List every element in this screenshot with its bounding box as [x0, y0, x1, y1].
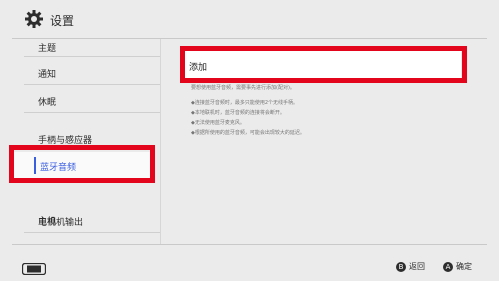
gear-icon: [25, 10, 43, 28]
note-line: ◆无法使用蓝牙麦克风。: [191, 120, 245, 126]
note-line: ◆连接蓝牙音频时，最多只能使用2个无线手柄。: [191, 100, 299, 106]
sidebar-divider: [24, 232, 160, 233]
header-bar: 设置: [0, 0, 499, 38]
intro-text: 要想使用蓝牙音频，需要事先进行添加(配对)。: [191, 85, 295, 91]
sidebar-item-notifications[interactable]: 通知: [38, 67, 56, 80]
note-line: ◆根据所使用的蓝牙音频，可能会出现较大的延迟。: [191, 130, 305, 136]
sidebar-divider: [24, 84, 160, 85]
sidebar-item-system[interactable]: 主机: [38, 214, 56, 227]
ok-button[interactable]: A 确定: [443, 261, 472, 275]
back-button[interactable]: B 返回: [396, 261, 425, 275]
highlight-box-bluetooth: [9, 145, 155, 183]
a-button-icon: A: [443, 261, 453, 272]
footer-bar: B 返回 A 确定: [0, 245, 499, 281]
sidebar-item-sleep[interactable]: 休眠: [38, 95, 56, 108]
ok-label: 确定: [456, 262, 472, 271]
sidebar-divider: [24, 112, 160, 113]
sidebar: 主题 通知 休眠 手柄与感应器 蓝牙音频 电视机输出: [0, 39, 160, 244]
page-title: 设置: [50, 14, 75, 28]
highlight-box-add: [180, 46, 467, 83]
back-label: 返回: [409, 262, 425, 271]
console-icon: [22, 263, 46, 275]
sidebar-item-theme[interactable]: 主题: [38, 41, 56, 54]
note-line: ◆本地联机时，蓝牙音频的连接将会断开。: [191, 110, 285, 116]
b-button-icon: B: [396, 261, 406, 272]
sidebar-divider: [24, 56, 160, 57]
